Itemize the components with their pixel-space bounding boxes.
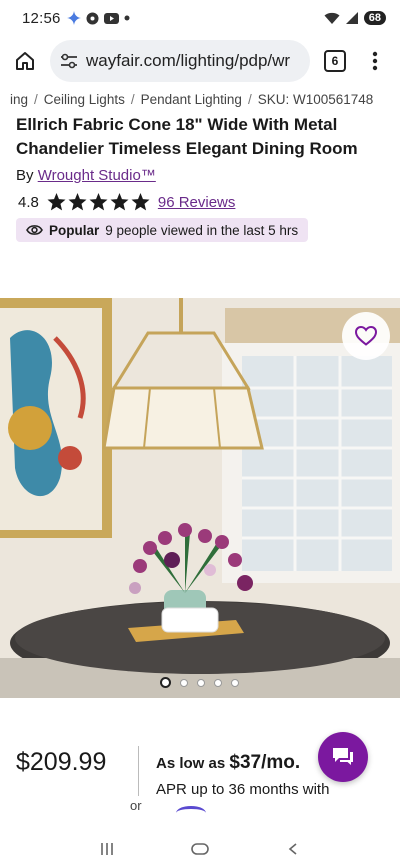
home-icon	[16, 52, 34, 70]
home-nav-icon	[191, 843, 209, 855]
more-dot-icon	[124, 15, 130, 21]
rating-row: 4.8 96 Reviews	[0, 187, 400, 211]
as-low-as-label: As low as	[156, 755, 226, 772]
notification-icons	[66, 11, 130, 25]
status-time: 12:56	[22, 9, 61, 27]
star-icon	[68, 193, 87, 211]
more-vert-icon	[372, 51, 378, 71]
star-icon	[47, 193, 66, 211]
back-button[interactable]	[283, 842, 303, 856]
tab-switcher-button[interactable]: 6	[320, 46, 350, 76]
gallery-dot[interactable]	[197, 678, 205, 687]
chat-icon	[333, 748, 353, 765]
browser-menu-button[interactable]	[360, 46, 390, 76]
breadcrumb-separator: /	[247, 91, 252, 107]
status-right: 68	[324, 11, 386, 25]
popular-label: Popular	[49, 222, 100, 238]
gallery-pagination	[160, 677, 239, 688]
gallery-dot[interactable]	[214, 678, 222, 687]
brand-row: By Wrought Studio™	[0, 161, 400, 187]
breadcrumb-separator: /	[34, 91, 38, 107]
url-bar[interactable]: wayfair.com/lighting/pdp/wr	[50, 40, 310, 82]
popular-badge: Popular 9 people viewed in the last 5 hr…	[16, 218, 309, 242]
star-rating	[47, 193, 150, 211]
product-title: Ellrich Fabric Cone 18" Wide With Metal …	[16, 115, 358, 158]
battery-icon: 68	[363, 11, 386, 25]
eye-icon	[26, 225, 43, 235]
breadcrumb-item[interactable]: ing	[10, 92, 28, 107]
tab-count: 6	[324, 50, 346, 72]
or-label: or	[130, 798, 142, 813]
status-left: 12:56	[22, 10, 130, 27]
pricing-section: $209.99 or As low as $37/mo. APR up to 3…	[0, 732, 400, 830]
breadcrumb-separator: /	[130, 91, 135, 107]
breadcrumb-sku: SKU: W100561748	[257, 91, 374, 107]
gallery-dot-active[interactable]	[160, 677, 171, 688]
home-button[interactable]	[10, 46, 40, 76]
gallery-dot[interactable]	[231, 678, 239, 687]
brand-link[interactable]: Wrought Studio™	[38, 167, 156, 184]
gallery-dot[interactable]	[180, 678, 188, 687]
soccer-ball-icon	[86, 12, 99, 24]
price: $209.99	[16, 748, 107, 776]
browser-toolbar: wayfair.com/lighting/pdp/wr 6	[0, 36, 400, 86]
signal-icon	[345, 12, 358, 24]
youtube-icon	[103, 12, 119, 24]
breadcrumb-item[interactable]: Ceiling Lights	[44, 92, 125, 107]
price-divider	[138, 746, 139, 796]
star-icon	[131, 193, 150, 211]
product-image[interactable]	[0, 298, 400, 698]
star-icon	[89, 193, 108, 211]
financing-info: As low as $37/mo. APR up to 36 months wi…	[156, 750, 329, 803]
status-bar: 12:56 68	[0, 0, 400, 36]
monthly-amount: $37/mo.	[229, 752, 301, 773]
back-icon	[289, 843, 297, 855]
recents-button[interactable]	[97, 842, 117, 856]
system-nav-bar	[0, 831, 400, 867]
home-nav-button[interactable]	[190, 842, 210, 856]
by-label: By	[16, 167, 34, 184]
recents-icon	[100, 843, 113, 855]
as-low-as-row: As low as $37/mo.	[156, 750, 329, 777]
apr-text: APR up to 36 months with	[156, 781, 330, 798]
chat-button[interactable]	[318, 732, 368, 782]
breadcrumb-item[interactable]: Pendant Lighting	[141, 92, 242, 107]
site-settings-icon[interactable]	[60, 53, 78, 69]
favorite-button[interactable]	[342, 312, 390, 360]
rating-value: 4.8	[18, 193, 39, 211]
gemini-sparkle-icon	[66, 11, 81, 25]
breadcrumb: ing / Ceiling Lights / Pendant Lighting …	[0, 88, 400, 110]
product-photo	[0, 298, 400, 698]
url-text[interactable]: wayfair.com/lighting/pdp/wr	[86, 51, 290, 71]
popular-text: 9 people viewed in the last 5 hrs	[105, 222, 299, 238]
reviews-link[interactable]: 96 Reviews	[158, 194, 236, 211]
financing-partner-logo	[176, 806, 206, 820]
heart-icon	[355, 326, 377, 346]
star-icon	[110, 193, 129, 211]
wifi-icon	[324, 12, 340, 24]
